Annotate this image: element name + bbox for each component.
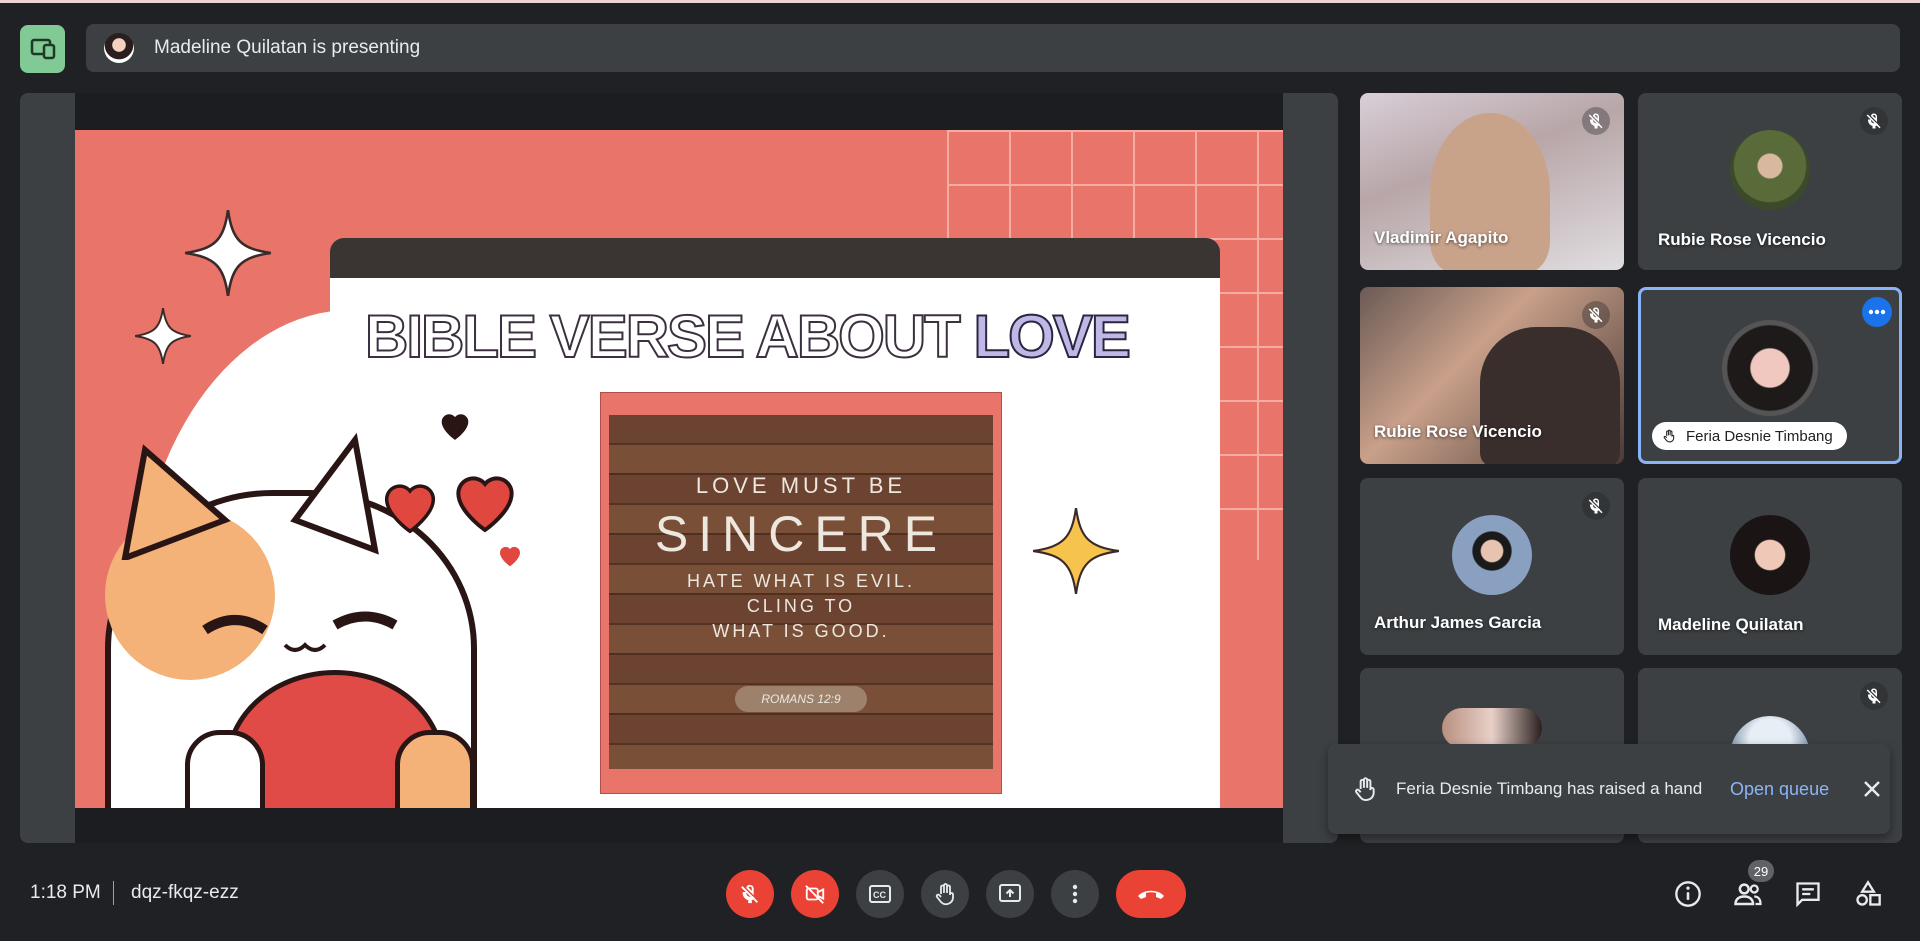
videocam-off-icon: [805, 885, 825, 904]
participant-name: Feria Desnie Timbang: [1686, 427, 1833, 445]
notification-message: Feria Desnie Timbang has raised a hand: [1396, 779, 1703, 798]
meeting-details-button[interactable]: [1672, 878, 1704, 910]
microphone-toggle-button[interactable]: [726, 870, 774, 918]
mic-off-icon: [1588, 113, 1603, 129]
participant-name: Rubie Rose Vicencio: [1658, 230, 1826, 249]
presenting-text: Madeline Quilatan is presenting: [154, 37, 421, 58]
mic-off-indicator: [1582, 492, 1610, 520]
close-icon: [1864, 781, 1880, 797]
meeting-code: dqz-fkqz-ezz: [131, 882, 239, 903]
chat-icon: [1796, 882, 1820, 908]
mic-off-indicator: [1582, 301, 1610, 329]
open-queue-link[interactable]: Open queue: [1730, 779, 1829, 800]
heart-icon: [456, 476, 514, 533]
mic-off-indicator: [1582, 107, 1610, 135]
verse-line-3: HATE WHAT IS EVIL.: [686, 570, 916, 591]
more-horiz-icon: [1868, 309, 1886, 315]
participant-name: Madeline Quilatan: [1658, 615, 1804, 634]
close-notification-button[interactable]: [1859, 776, 1885, 802]
heart-dark-icon: [441, 414, 469, 440]
slide-title-part1: BIBLE VERSE ABOUT: [364, 302, 962, 371]
verse-reference: ROMANS 12:9: [735, 685, 867, 712]
slide-title-part2: LOVE: [973, 302, 1132, 371]
mic-off-indicator: [1860, 682, 1888, 710]
verse-line-2: SINCERE: [654, 505, 948, 562]
participant-count-badge: 29: [1748, 860, 1774, 882]
mic-off-indicator: [1860, 107, 1888, 135]
participant-name: Arthur James Garcia: [1374, 613, 1542, 632]
verse-image-frame: LOVE MUST BE SINCERE HATE WHAT IS EVIL. …: [600, 392, 1002, 794]
participant-name: Rubie Rose Vicencio: [1374, 422, 1542, 441]
divider: [113, 881, 114, 905]
chat-button[interactable]: [1792, 878, 1824, 910]
mic-off-icon: [1866, 113, 1881, 129]
participant-video: [1480, 327, 1620, 464]
activities-icon: [1856, 880, 1881, 906]
presenter-avatar: [104, 33, 134, 63]
avatar: [1730, 129, 1810, 210]
participant-name: Vladimir Agapito: [1374, 228, 1509, 247]
heart-small-icon: [500, 546, 520, 567]
raised-hand-chip: Feria Desnie Timbang: [1652, 422, 1847, 450]
mic-off-icon: [1588, 498, 1603, 514]
info-icon: [1675, 881, 1701, 907]
slide-card-header: [330, 238, 1220, 278]
participant-tile[interactable]: Vladimir Agapito: [1360, 93, 1624, 270]
meeting-time: 1:18 PM: [30, 882, 101, 903]
raise-hand-icon: [1355, 777, 1375, 801]
sparkle-icon: [185, 210, 271, 296]
heart-icon: [384, 484, 436, 534]
call-end-icon: [1138, 890, 1164, 899]
raise-hand-icon: [935, 883, 954, 906]
cat-eyes: [202, 611, 398, 652]
verse-line-5: WHAT IS GOOD.: [712, 620, 890, 641]
gold-star-icon: [1033, 508, 1119, 594]
participant-tile[interactable]: Madeline Quilatan: [1638, 478, 1902, 655]
cat-paw-left: [185, 730, 265, 808]
more-vert-icon: [1072, 884, 1078, 904]
window-top-border: [0, 0, 1920, 3]
people-icon: [1734, 883, 1762, 906]
presentation-stage[interactable]: BIBLE VERSE ABOUT LOVE LOVE MUST BE SINC…: [20, 93, 1338, 843]
avatar: [1722, 319, 1818, 416]
mic-off-icon: [741, 884, 758, 904]
present-now-button[interactable]: [986, 870, 1034, 918]
slide-title: BIBLE VERSE ABOUT LOVE: [364, 302, 1185, 371]
participant-tile-active[interactable]: Feria Desnie Timbang: [1638, 287, 1902, 464]
mic-off-icon: [1866, 688, 1881, 704]
avatar-group: [1442, 708, 1542, 748]
camera-toggle-button[interactable]: [791, 870, 839, 918]
participant-tile[interactable]: Rubie Rose Vicencio: [1638, 93, 1902, 270]
presenting-banner: Madeline Quilatan is presenting: [86, 24, 1900, 72]
avatar: [1452, 514, 1532, 595]
raise-hand-icon: [1663, 429, 1675, 443]
present-to-all-icon: [30, 38, 55, 60]
activities-button[interactable]: [1852, 878, 1884, 910]
people-button[interactable]: [1732, 878, 1764, 910]
verse-line-1: LOVE MUST BE: [695, 472, 907, 498]
presentation-layout-button[interactable]: [20, 25, 65, 73]
closed-caption-icon: CC: [869, 885, 891, 903]
captions-button[interactable]: CC: [856, 870, 904, 918]
raise-hand-button[interactable]: [921, 870, 969, 918]
more-options-button[interactable]: [1862, 297, 1892, 327]
sparkle-small-icon: [135, 308, 191, 364]
presentation-slide: BIBLE VERSE ABOUT LOVE LOVE MUST BE SINC…: [75, 130, 1283, 808]
verse-line-4: CLING TO: [746, 595, 856, 616]
more-options-button[interactable]: [1051, 870, 1099, 918]
present-screen-icon: [999, 884, 1021, 902]
avatar: [1730, 514, 1810, 595]
participant-tile[interactable]: Arthur James Garcia: [1360, 478, 1624, 655]
participant-tile[interactable]: Rubie Rose Vicencio: [1360, 287, 1624, 464]
mic-off-icon: [1588, 307, 1603, 323]
svg-text:CC: CC: [873, 890, 886, 900]
cat-ears: [121, 432, 379, 560]
leave-call-button[interactable]: [1116, 870, 1186, 918]
raised-hand-notification: Feria Desnie Timbang has raised a hand O…: [1328, 744, 1890, 834]
verse-image: LOVE MUST BE SINCERE HATE WHAT IS EVIL. …: [609, 415, 993, 769]
cat-paw-right: [395, 730, 475, 808]
